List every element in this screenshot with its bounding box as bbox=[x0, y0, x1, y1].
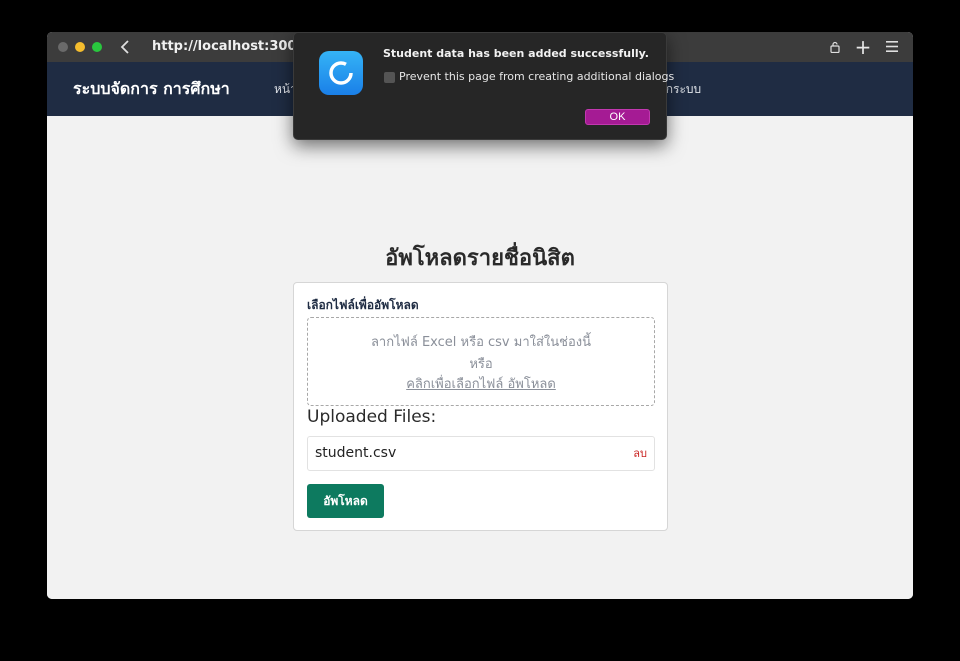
plus-icon[interactable]: + bbox=[853, 37, 873, 57]
prevent-dialogs-label[interactable]: Prevent this page from creating addition… bbox=[399, 70, 674, 83]
hamburger-menu-icon[interactable] bbox=[882, 37, 902, 57]
alert-dialog: Student data has been added successfully… bbox=[293, 32, 674, 140]
dialog-message: Student data has been added successfully… bbox=[383, 47, 649, 60]
delete-file-button[interactable]: ลบ bbox=[633, 437, 647, 470]
page-title: อัพโหลดรายชื่อนิสิต bbox=[385, 246, 575, 271]
file-dropzone[interactable]: ลากไฟล์ Excel หรือ csv มาใส่ในช่องนี้ หร… bbox=[307, 317, 655, 406]
maximize-window-icon[interactable] bbox=[92, 42, 102, 52]
file-select-label: เลือกไฟล์เพื่ออัพโหลด bbox=[307, 298, 419, 312]
choose-file-link[interactable]: คลิกเพื่อเลือกไฟล์ อัพโหลด bbox=[308, 373, 654, 394]
app-icon bbox=[319, 51, 363, 95]
address-bar[interactable]: http://localhost:3000/st bbox=[152, 32, 312, 62]
site-brand[interactable]: ระบบจัดการ การศึกษา bbox=[73, 62, 230, 116]
uploaded-files-heading: Uploaded Files: bbox=[307, 407, 437, 427]
dropzone-instruction: ลากไฟล์ Excel หรือ csv มาใส่ในช่องนี้ bbox=[370, 335, 592, 350]
dropzone-or: หรือ bbox=[469, 357, 493, 372]
uploaded-file-row: student.csv ลบ bbox=[307, 436, 655, 471]
close-window-icon[interactable] bbox=[58, 42, 68, 52]
minimize-window-icon[interactable] bbox=[75, 42, 85, 52]
ok-button[interactable]: OK bbox=[585, 109, 650, 125]
chevron-left-icon[interactable] bbox=[117, 36, 133, 58]
page-content: อัพโหลดรายชื่อนิสิต เลือกไฟล์เพื่ออัพโหล… bbox=[47, 116, 913, 599]
upload-card: เลือกไฟล์เพื่ออัพโหลด ลากไฟล์ Excel หรือ… bbox=[293, 282, 668, 531]
lock-icon[interactable] bbox=[825, 37, 845, 57]
upload-button[interactable]: อัพโหลด bbox=[307, 484, 384, 518]
prevent-dialogs-checkbox[interactable] bbox=[384, 72, 395, 83]
uploaded-file-name: student.csv bbox=[315, 445, 397, 461]
